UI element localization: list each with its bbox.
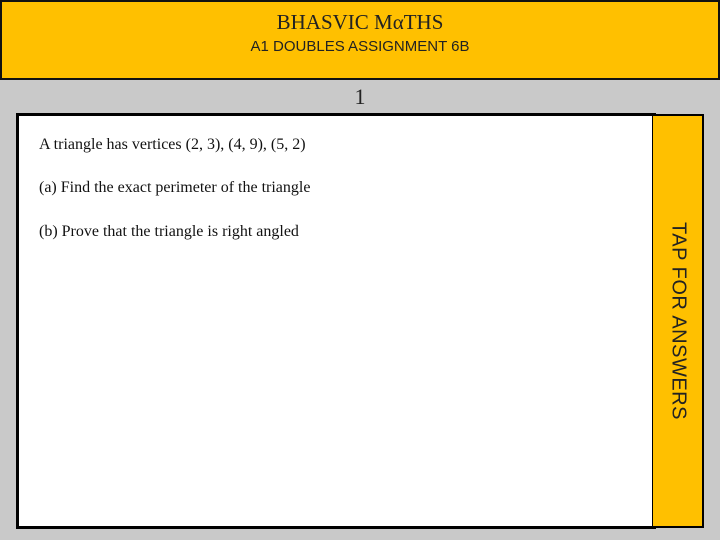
question-card: A triangle has vertices (2, 3), (4, 9), … — [16, 113, 656, 529]
tap-for-answers-button[interactable]: TAP FOR ANSWERS — [652, 114, 704, 528]
tap-for-answers-label: TAP FOR ANSWERS — [667, 222, 689, 420]
header-banner: BHASVIC MαTHS A1 DOUBLES ASSIGNMENT 6B — [0, 0, 720, 80]
question-intro: A triangle has vertices (2, 3), (4, 9), … — [39, 136, 306, 153]
question-part-a: (a) Find the exact perimeter of the tria… — [39, 179, 311, 196]
question-part-b: (b) Prove that the triangle is right ang… — [39, 223, 299, 240]
assignment-subtitle: A1 DOUBLES ASSIGNMENT 6B — [250, 38, 470, 55]
page-title: BHASVIC MαTHS — [276, 10, 444, 34]
slide-number: 1 — [354, 84, 366, 109]
